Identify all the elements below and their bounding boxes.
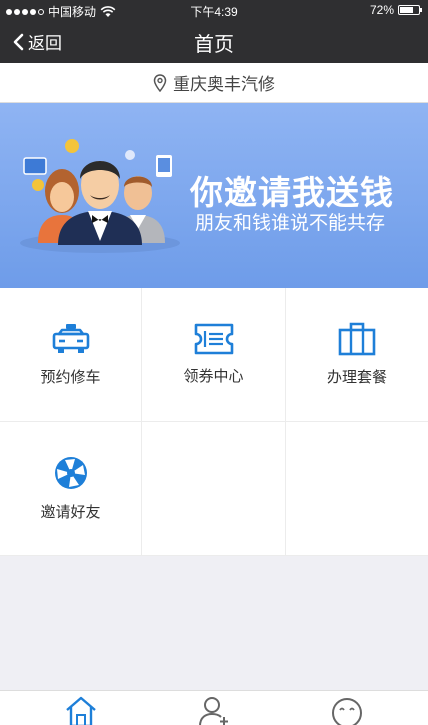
tab-bar — [0, 690, 428, 725]
battery-percent: 72% — [369, 3, 394, 17]
grid-item-book-repair[interactable]: 预约修车 — [0, 288, 142, 422]
invite-icon — [54, 457, 87, 489]
grid-item-package[interactable]: 办理套餐 — [286, 288, 428, 422]
nav-bar: 返回 首页 — [0, 20, 428, 63]
banner-headline: 你邀请我送钱 — [190, 174, 394, 211]
home-icon[interactable] — [63, 695, 99, 725]
grid-item-label: 办理套餐 — [326, 369, 387, 386]
battery-icon — [398, 5, 422, 15]
service-grid: 预约修车 领券中心 办理套餐 邀请好友 — [0, 288, 428, 556]
people-illustration — [20, 139, 180, 253]
smile-icon[interactable] — [329, 695, 365, 725]
ticket-icon — [194, 323, 233, 355]
top-bar: 中国移动 下午4:39 72% 返回 首页 — [0, 0, 428, 63]
grid-item-invite-friends[interactable]: 邀请好友 — [0, 422, 142, 556]
grid-item-label: 预约修车 — [40, 369, 101, 386]
status-right: 72% — [369, 3, 422, 17]
promo-banner[interactable]: 你邀请我送钱 朋友和钱谁说不能共存 — [0, 103, 428, 288]
user-add-icon[interactable] — [196, 695, 232, 725]
grid-item-label: 领券中心 — [183, 368, 244, 385]
location-pin-icon — [153, 73, 167, 92]
status-bar: 中国移动 下午4:39 72% — [0, 0, 428, 20]
page-title: 首页 — [194, 34, 234, 56]
grid-empty-cell — [286, 422, 428, 556]
car-icon — [52, 324, 89, 353]
status-time: 下午4:39 — [190, 5, 238, 19]
location-name: 重庆奥丰汽修 — [173, 75, 275, 94]
grid-empty-cell — [142, 422, 286, 556]
banner-subline: 朋友和钱谁说不能共存 — [195, 213, 386, 234]
grid-item-coupon-center[interactable]: 领券中心 — [142, 288, 286, 422]
package-icon — [338, 322, 376, 356]
location-bar[interactable]: 重庆奥丰汽修 — [0, 63, 428, 103]
grid-item-label: 邀请好友 — [40, 504, 101, 521]
